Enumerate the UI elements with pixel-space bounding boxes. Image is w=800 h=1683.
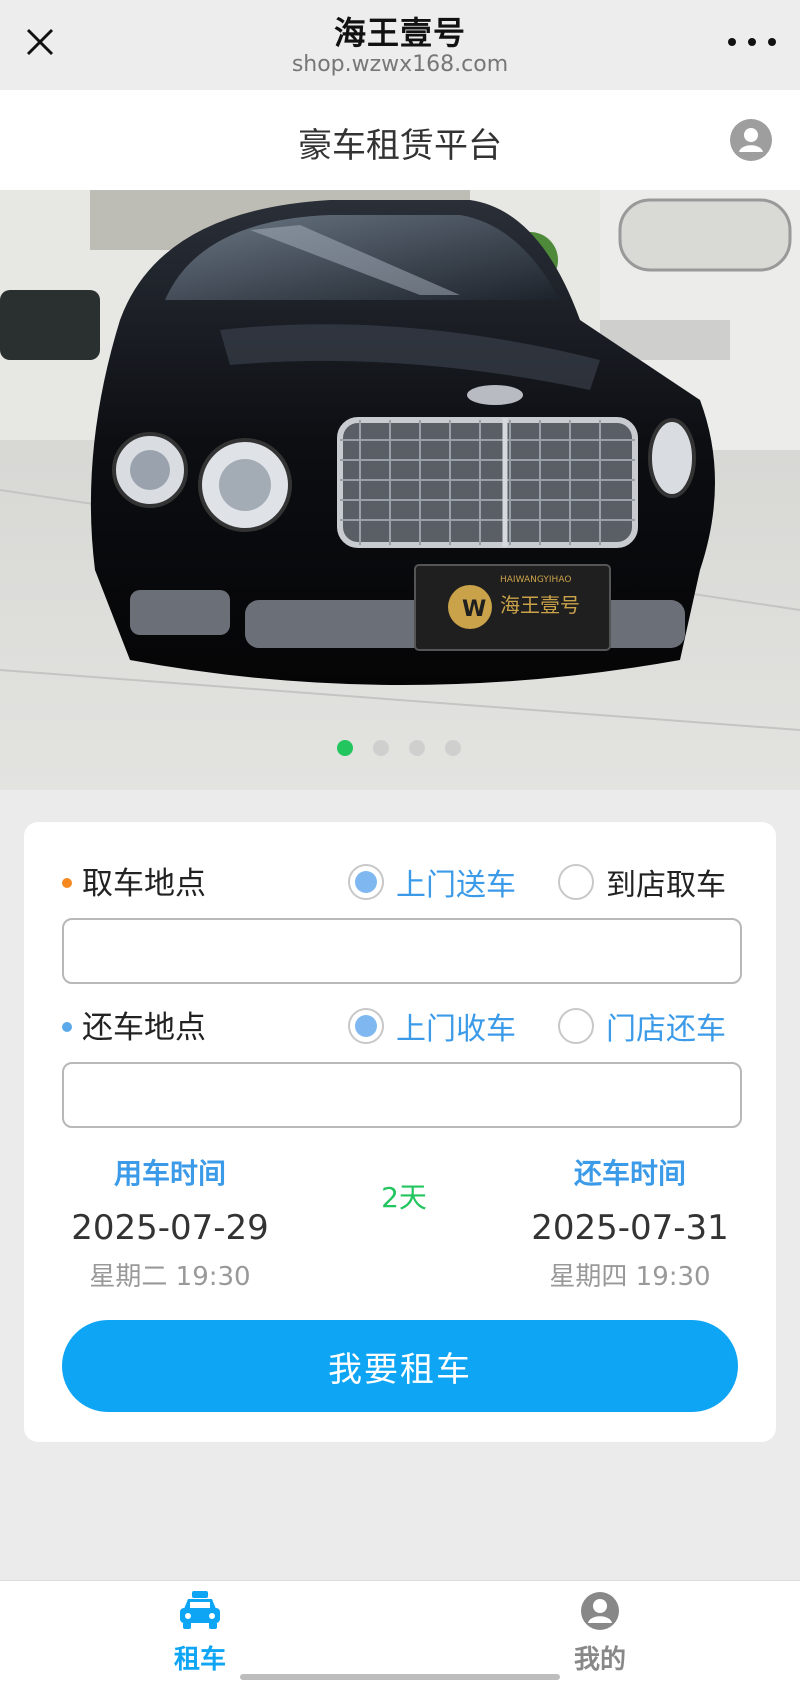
return-address-input[interactable]: [62, 1062, 742, 1128]
start-weekday-time: 星期二 19:30: [89, 1262, 251, 1292]
radio-unchecked[interactable]: [558, 864, 594, 900]
bottom-tab-bar: 租车 我的: [0, 1580, 800, 1683]
tab-rent-label: 租车: [173, 1645, 226, 1675]
page-url: shop.wzwx168.com: [291, 52, 509, 77]
pickup-location-label: 取车地点: [82, 866, 206, 902]
return-location-label: 还车地点: [82, 1010, 206, 1046]
carousel-indicators: [0, 740, 800, 760]
end-time-title: 还车时间: [573, 1157, 686, 1190]
plate-title: 海王壹号: [500, 593, 580, 617]
car-icon: [180, 1591, 220, 1629]
pickup-address-input[interactable]: [62, 918, 742, 984]
pickup-bullet: [62, 878, 72, 888]
return-option-pickup[interactable]: 上门收车: [348, 1004, 516, 1048]
carousel-dot[interactable]: [337, 740, 353, 756]
radio-unchecked[interactable]: [558, 1008, 594, 1044]
start-time-title: 用车时间: [113, 1157, 226, 1190]
radio-checked[interactable]: [348, 1008, 384, 1044]
svg-text:W: W: [462, 597, 486, 622]
more-button[interactable]: [728, 24, 776, 60]
home-indicator: [240, 1674, 560, 1680]
rental-duration: 2天: [381, 1181, 427, 1214]
pickup-option-label: 上门送车: [396, 868, 516, 903]
car-banner-carousel[interactable]: W 海王壹号 HAIWANGYIHAO: [0, 190, 800, 790]
app-title: 豪车租赁平台: [298, 126, 502, 166]
booking-form-card: 取车地点 上门送车 到店取车 还车地点 上门收车 门店还车 用车时间 2025-…: [24, 822, 776, 1442]
carousel-dot[interactable]: [373, 740, 389, 756]
more-dot: [748, 38, 756, 46]
end-date: 2025-07-31: [531, 1208, 729, 1248]
pickup-option-label: 到店取车: [606, 868, 726, 903]
pickup-option-delivery[interactable]: 上门送车: [348, 860, 516, 904]
more-dot: [768, 38, 776, 46]
tab-mine[interactable]: 我的: [500, 1591, 700, 1676]
return-bullet: [62, 1022, 72, 1032]
start-date: 2025-07-29: [71, 1208, 269, 1248]
radio-checked[interactable]: [348, 864, 384, 900]
tab-rent[interactable]: 租车: [100, 1591, 300, 1676]
carousel-dot[interactable]: [409, 740, 425, 756]
app-header: 豪车租赁平台: [0, 90, 800, 190]
start-time-picker[interactable]: 用车时间 2025-07-29 星期二 19:30: [50, 1152, 290, 1293]
end-time-picker[interactable]: 还车时间 2025-07-31 星期四 19:30: [510, 1152, 750, 1293]
return-option-store[interactable]: 门店还车: [558, 1004, 726, 1048]
more-dot: [728, 38, 736, 46]
user-icon: [581, 1592, 619, 1630]
return-option-label: 上门收车: [396, 1012, 516, 1047]
carousel-dot[interactable]: [445, 740, 461, 756]
plate-subtitle: HAIWANGYIHAO: [500, 575, 571, 585]
rent-car-button[interactable]: 我要租车: [62, 1320, 738, 1412]
end-weekday-time: 星期四 19:30: [549, 1262, 711, 1292]
page-title: 海王壹号: [333, 14, 466, 52]
return-option-label: 门店还车: [606, 1012, 726, 1047]
pickup-option-store[interactable]: 到店取车: [558, 860, 726, 904]
user-icon[interactable]: [730, 119, 772, 161]
car-photo: W 海王壹号 HAIWANGYIHAO: [0, 190, 800, 790]
tab-mine-label: 我的: [573, 1645, 626, 1675]
browser-top-bar: 海王壹号 shop.wzwx168.com: [0, 0, 800, 90]
